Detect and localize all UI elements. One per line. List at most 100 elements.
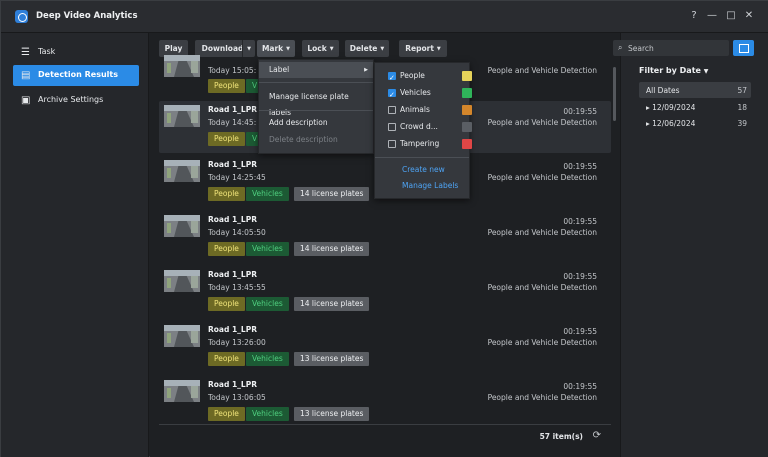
event-row[interactable]: Road 1_LPR Today 13:06:05 00:19:55 Peopl… (159, 376, 611, 428)
event-duration: 00:19:55 (563, 382, 597, 391)
license-plates-tag: 14 license plates (294, 187, 370, 201)
event-title: Road 1_LPR (208, 105, 257, 114)
date-label: ▸ 12/06/2024 (646, 119, 696, 128)
checkbox-checked[interactable] (388, 87, 396, 103)
chevron-down-icon: ▼ (286, 46, 291, 52)
manage-labels-link[interactable]: Manage Labels (402, 181, 458, 190)
event-thumbnail (164, 55, 200, 77)
event-time: Today 15:05: (208, 66, 257, 75)
license-plates-tag: 13 license plates (294, 407, 370, 421)
mark-button[interactable]: Mark ▼ (257, 40, 295, 57)
manage-license-plate-labels-item[interactable]: Manage license plate labels (259, 89, 373, 117)
event-duration: 00:19:55 (563, 107, 597, 116)
checkbox-checked[interactable] (388, 70, 396, 86)
sidebar-item-task[interactable]: ☰ Task (13, 42, 139, 63)
list-footer: 57 item(s) ⟳ (159, 424, 611, 446)
label-option-crowd[interactable]: Crowd d... (375, 119, 472, 135)
event-thumbnail (164, 215, 200, 237)
color-swatch (462, 88, 472, 98)
refresh-icon[interactable]: ⟳ (593, 430, 601, 441)
event-row[interactable]: Road 1_LPR Today 14:05:50 00:19:55 Peopl… (159, 211, 611, 263)
download-dropdown-button[interactable]: ▼ (242, 40, 255, 57)
license-plates-tag: 14 license plates (294, 297, 370, 311)
event-time: Today 13:06:05 (208, 393, 266, 402)
close-icon[interactable]: ✕ (742, 10, 756, 21)
label-option-text: Tampering (400, 139, 440, 148)
checkbox[interactable] (388, 123, 396, 131)
event-duration: 00:19:55 (563, 272, 597, 281)
app-title: Deep Video Analytics (36, 11, 138, 21)
item-count: 57 item(s) (539, 432, 583, 441)
event-title: Road 1_LPR (208, 215, 257, 224)
mark-menu: Label ▶ Manage license plate labels Add … (258, 59, 374, 154)
label-option-tampering[interactable]: Tampering (375, 136, 472, 152)
chevron-right-icon: ▶ (364, 67, 368, 73)
people-tag: People (208, 187, 245, 201)
event-type: People and Vehicle Detection (487, 338, 597, 347)
people-tag: People (208, 407, 245, 421)
list-icon: ☰ (21, 47, 30, 58)
event-thumbnail (164, 270, 200, 292)
vehicles-tag: Vehicles (246, 352, 289, 366)
chevron-down-icon: ▼ (703, 68, 709, 75)
help-icon[interactable]: ? (687, 10, 701, 21)
label-menu-item[interactable]: Label ▶ (259, 62, 373, 78)
event-title: Road 1_LPR (208, 325, 257, 334)
report-button[interactable]: Report ▼ (399, 40, 447, 57)
filter-by-date-dropdown[interactable]: Filter by Date ▼ (639, 66, 708, 75)
delete-button[interactable]: Delete ▼ (345, 40, 389, 57)
chevron-down-icon: ▼ (329, 46, 334, 52)
list-scrollbar[interactable] (613, 67, 616, 121)
chevron-down-icon: ▼ (247, 46, 251, 52)
date-count: 57 (737, 86, 747, 95)
menu-item-text: Delete description (269, 135, 338, 144)
label-option-animals[interactable]: Animals (375, 102, 472, 118)
search-placeholder: Search (628, 44, 654, 53)
date-label: All Dates (646, 86, 680, 95)
date-filter-item[interactable]: ▸ 12/06/2024 39 (639, 115, 751, 131)
delete-label: Delete (349, 44, 378, 53)
label-option-people[interactable]: People (375, 68, 472, 86)
sidebar-item-detection-results[interactable]: ▤ Detection Results (13, 65, 139, 86)
minimize-icon[interactable]: — (705, 10, 719, 21)
event-type: People and Vehicle Detection (487, 173, 597, 182)
menu-item-text: Add description (269, 118, 328, 127)
event-type: People and Vehicle Detection (487, 118, 597, 127)
label-option-text: Vehicles (400, 88, 431, 97)
label-menu-text: Label (269, 65, 290, 74)
event-duration: 00:19:55 (563, 217, 597, 226)
color-swatch (462, 139, 472, 149)
event-time: Today 13:45:55 (208, 283, 266, 292)
checkbox[interactable] (388, 140, 396, 148)
event-thumbnail (164, 160, 200, 182)
color-swatch (462, 122, 472, 132)
sidebar-item-archive-settings[interactable]: ▣ Archive Settings (13, 90, 139, 111)
chevron-down-icon: ▼ (380, 46, 385, 52)
event-time: Today 14:45: (208, 118, 257, 127)
add-description-item[interactable]: Add description (259, 115, 373, 131)
event-duration: 00:19:55 (563, 162, 597, 171)
event-time: Today 13:26:00 (208, 338, 266, 347)
event-title: Road 1_LPR (208, 380, 257, 389)
sidebar-item-label: Archive Settings (38, 95, 104, 104)
checkbox[interactable] (388, 106, 396, 114)
people-tag: People (208, 352, 245, 366)
event-type: People and Vehicle Detection (487, 283, 597, 292)
date-filter-item[interactable]: All Dates 57 (639, 82, 751, 98)
sidebar: ☰ Task ▤ Detection Results ▣ Archive Set… (1, 33, 149, 457)
event-thumbnail (164, 380, 200, 402)
maximize-icon[interactable]: □ (724, 10, 738, 21)
event-thumbnail (164, 105, 200, 127)
create-new-label-link[interactable]: Create new (402, 165, 445, 174)
lock-button[interactable]: Lock ▼ (302, 40, 339, 57)
menu-divider (259, 110, 373, 111)
event-row[interactable]: Road 1_LPR Today 13:26:00 00:19:55 Peopl… (159, 321, 611, 373)
search-input[interactable]: ⌕ Search (613, 40, 729, 56)
date-filter-item[interactable]: ▸ 12/09/2024 18 (639, 99, 751, 115)
people-tag: People (208, 132, 245, 146)
filter-toggle-button[interactable] (733, 40, 754, 56)
sidebar-item-label: Task (38, 47, 56, 56)
download-label: Download (201, 44, 244, 53)
event-row[interactable]: Road 1_LPR Today 13:45:55 00:19:55 Peopl… (159, 266, 611, 318)
label-option-vehicles[interactable]: Vehicles (375, 85, 472, 103)
